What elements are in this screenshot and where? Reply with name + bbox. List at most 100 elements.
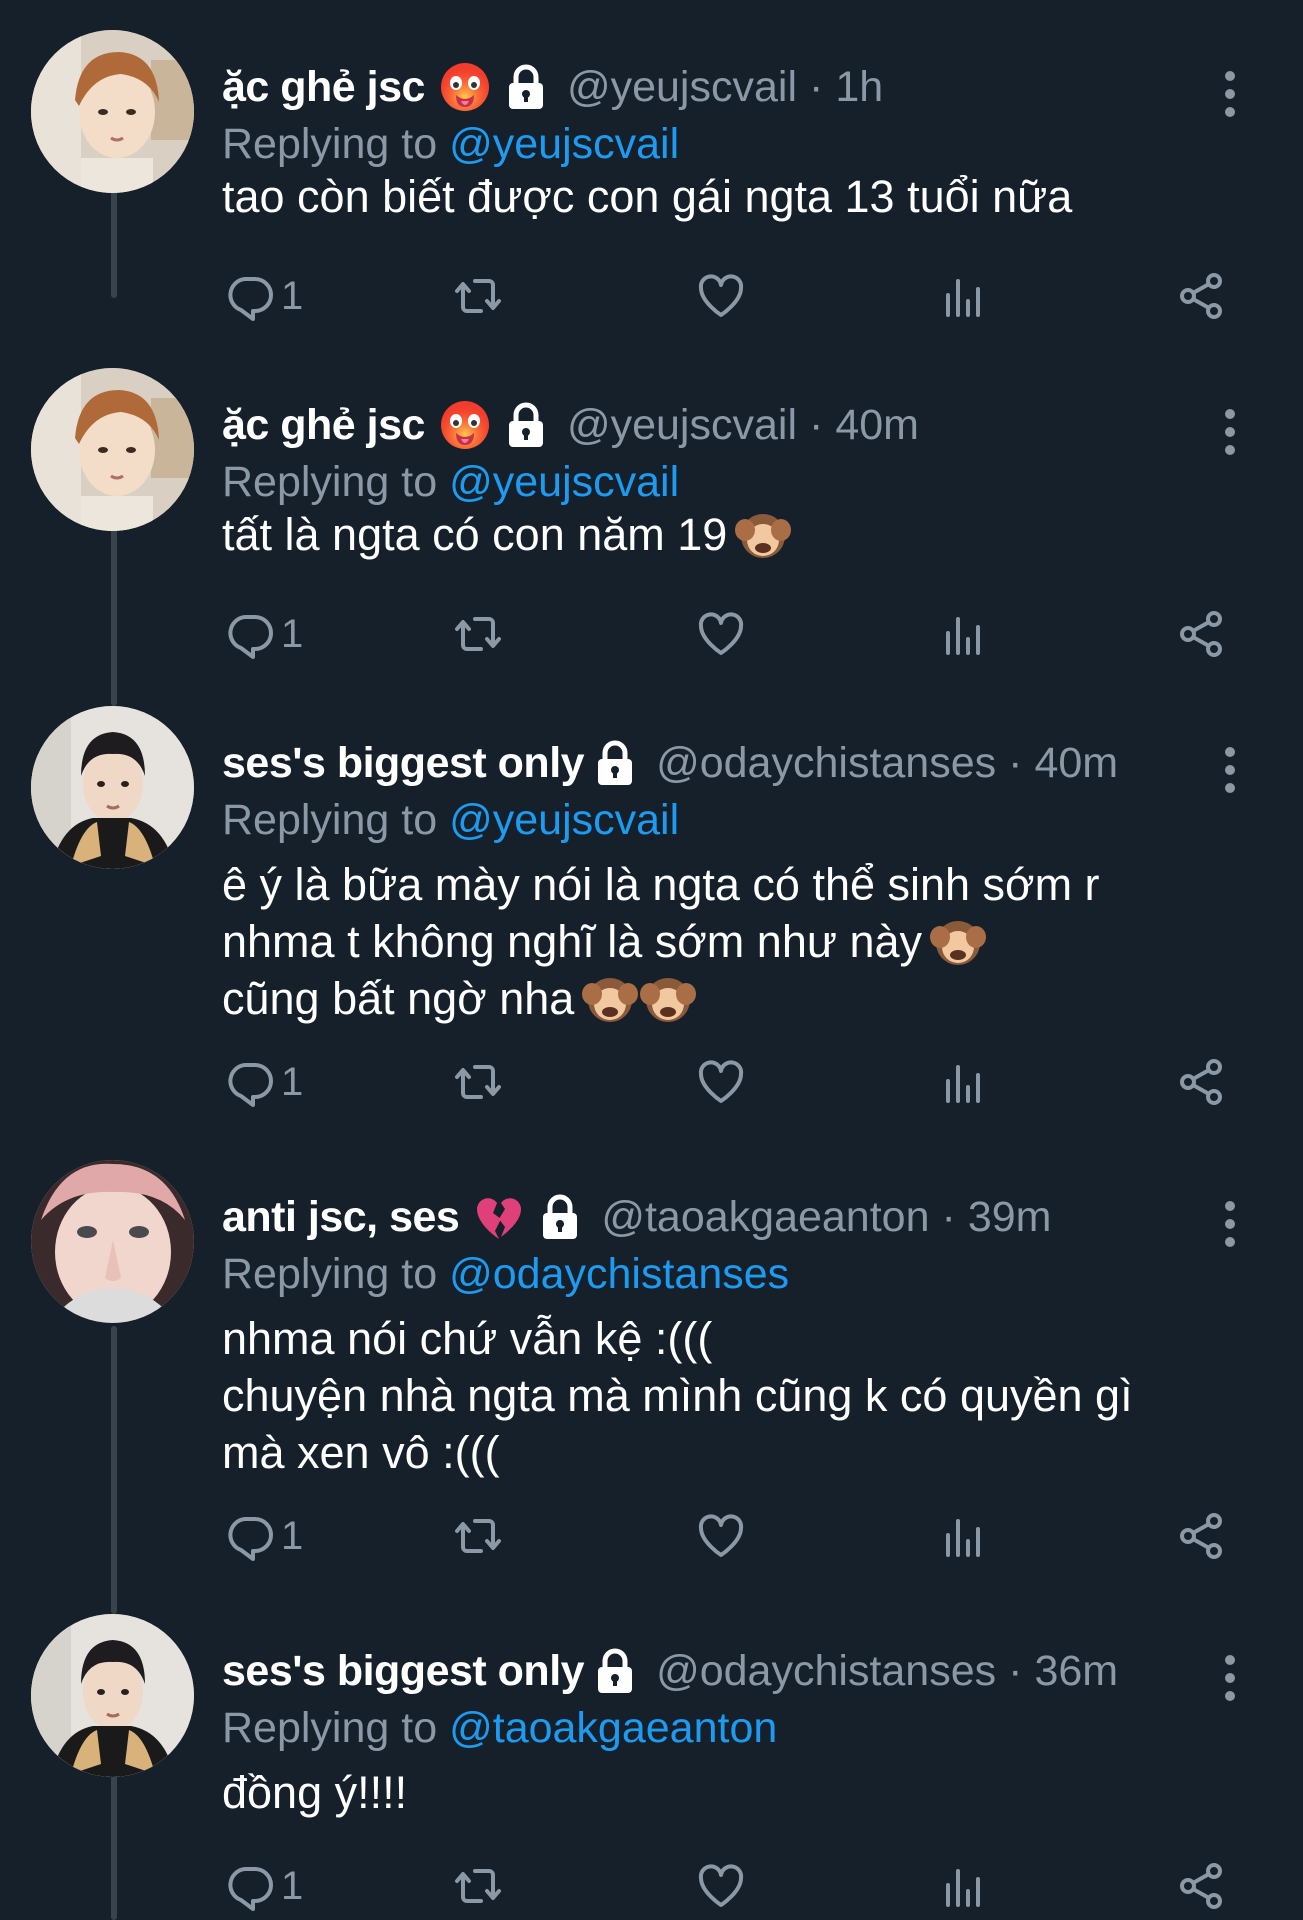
reply-button[interactable]: 1: [225, 1856, 303, 1916]
tweet[interactable]: ặc ghẻ jsc @yeujscvail · 1h Replying to …: [0, 30, 1303, 330]
views-button[interactable]: [938, 1856, 988, 1916]
reply-button[interactable]: 1: [225, 604, 303, 664]
mention-link[interactable]: @taoakgaeanton: [449, 1704, 777, 1752]
views-button[interactable]: [938, 604, 988, 664]
timestamp[interactable]: 40m: [835, 401, 919, 450]
see-no-evil-monkey-icon: [640, 977, 697, 1022]
like-button[interactable]: [696, 1856, 746, 1916]
like-icon: [698, 1864, 744, 1907]
separator: ·: [941, 1192, 956, 1241]
retweet-button[interactable]: [453, 604, 503, 664]
like-button[interactable]: [696, 604, 746, 664]
views-icon: [946, 617, 980, 655]
see-no-evil-monkey-icon: [930, 920, 987, 965]
tweet-line: tao còn biết được con gái ngta 13 tuổi n…: [222, 171, 1073, 222]
display-name[interactable]: ặc ghẻ jsc: [222, 63, 425, 112]
mention-link[interactable]: @yeujscvail: [449, 458, 679, 506]
retweet-button[interactable]: [453, 266, 503, 326]
user-handle[interactable]: @taoakgaeanton: [601, 1193, 929, 1242]
views-button[interactable]: [938, 1052, 988, 1112]
avatar[interactable]: [31, 30, 194, 193]
retweet-icon: [455, 617, 501, 651]
timestamp[interactable]: 39m: [968, 1193, 1052, 1242]
user-handle[interactable]: @odaychistanses: [656, 739, 996, 788]
share-icon: [1180, 611, 1222, 657]
action-bar: 1: [222, 1856, 1222, 1916]
user-handle[interactable]: @yeujscvail: [567, 63, 797, 112]
like-button[interactable]: [696, 1506, 746, 1566]
mention-link[interactable]: @odaychistanses: [449, 1250, 789, 1298]
avatar-orange-hair: [31, 30, 194, 193]
separator: ·: [1008, 1646, 1023, 1695]
share-icon: [1180, 273, 1222, 319]
share-button[interactable]: [1176, 1506, 1226, 1566]
retweet-icon: [455, 1869, 501, 1903]
tweet[interactable]: ặc ghẻ jsc @yeujscvail · 40m Replying to…: [0, 368, 1303, 668]
reply-button[interactable]: 1: [225, 1052, 303, 1112]
see-no-evil-monkey-icon: [735, 513, 792, 558]
retweet-button[interactable]: [453, 1506, 503, 1566]
display-name[interactable]: ses's biggest only: [222, 739, 585, 788]
retweet-icon: [455, 1519, 501, 1553]
tweet-text: tao còn biết được con gái ngta 13 tuổi n…: [222, 168, 1262, 225]
views-icon: [946, 279, 980, 317]
user-handle[interactable]: @yeujscvail: [567, 401, 797, 450]
share-button[interactable]: [1176, 604, 1226, 664]
replying-prefix: Replying to: [222, 796, 438, 844]
avatar-pink-hair: [31, 1160, 194, 1323]
more-icon[interactable]: [1222, 70, 1238, 118]
share-button[interactable]: [1176, 266, 1226, 326]
replying-prefix: Replying to: [222, 1250, 438, 1298]
display-name[interactable]: ses's biggest only: [222, 1647, 585, 1696]
like-icon: [698, 274, 744, 317]
reply-icon: [228, 1867, 273, 1911]
more-icon[interactable]: [1222, 1654, 1238, 1702]
avatar[interactable]: [31, 368, 194, 531]
mention-link[interactable]: @yeujscvail: [449, 796, 679, 844]
like-button[interactable]: [696, 1052, 746, 1112]
replying-to: Replying to @yeujscvail: [222, 796, 679, 845]
user-handle[interactable]: @odaychistanses: [656, 1647, 996, 1696]
reply-button[interactable]: 1: [225, 1506, 303, 1566]
reply-count: 1: [281, 611, 304, 656]
avatar[interactable]: [31, 1160, 194, 1323]
reply-count: 1: [281, 1863, 304, 1908]
avatar-orange-hair: [31, 368, 194, 531]
display-name[interactable]: anti jsc, ses: [222, 1193, 460, 1242]
retweet-button[interactable]: [453, 1856, 503, 1916]
views-button[interactable]: [938, 266, 988, 326]
tweet-line: nhma t không nghĩ là sớm như này: [222, 916, 923, 967]
tweet[interactable]: ses's biggest only @odaychistanses · 36m…: [0, 1614, 1303, 1920]
mention-link[interactable]: @yeujscvail: [449, 120, 679, 168]
more-icon[interactable]: [1222, 746, 1238, 794]
more-icon[interactable]: [1222, 408, 1238, 456]
replying-to: Replying to @taoakgaeanton: [222, 1704, 777, 1753]
reply-icon: [228, 1517, 273, 1561]
tweet-text: nhma nói chứ vẫn kệ :((( chuyện nhà ngta…: [222, 1310, 1262, 1481]
retweet-icon: [455, 279, 501, 313]
like-icon: [698, 612, 744, 655]
display-name[interactable]: ặc ghẻ jsc: [222, 401, 425, 450]
timestamp[interactable]: 1h: [835, 63, 883, 112]
share-icon: [1180, 1513, 1222, 1559]
share-button[interactable]: [1176, 1052, 1226, 1112]
timestamp[interactable]: 36m: [1034, 1647, 1118, 1696]
more-icon[interactable]: [1222, 1200, 1238, 1248]
tweet[interactable]: anti jsc, ses @taoakgaeanton · 39m Reply…: [0, 1160, 1303, 1580]
share-button[interactable]: [1176, 1856, 1226, 1916]
views-button[interactable]: [938, 1506, 988, 1566]
reply-count: 1: [281, 1513, 304, 1558]
retweet-button[interactable]: [453, 1052, 503, 1112]
tweet-line: mà xen vô :(((: [222, 1427, 500, 1478]
avatar[interactable]: [31, 1614, 194, 1777]
avatar[interactable]: [31, 706, 194, 869]
reply-button[interactable]: 1: [225, 266, 303, 326]
views-icon: [946, 1065, 980, 1103]
tweet-text: đồng ý!!!!: [222, 1764, 1262, 1821]
like-button[interactable]: [696, 266, 746, 326]
broken-heart-icon: [477, 1198, 522, 1239]
action-bar: 1: [222, 266, 1222, 326]
tweet[interactable]: ses's biggest only @odaychistanses · 40m…: [0, 706, 1303, 1126]
retweet-icon: [455, 1065, 501, 1099]
timestamp[interactable]: 40m: [1034, 739, 1118, 788]
